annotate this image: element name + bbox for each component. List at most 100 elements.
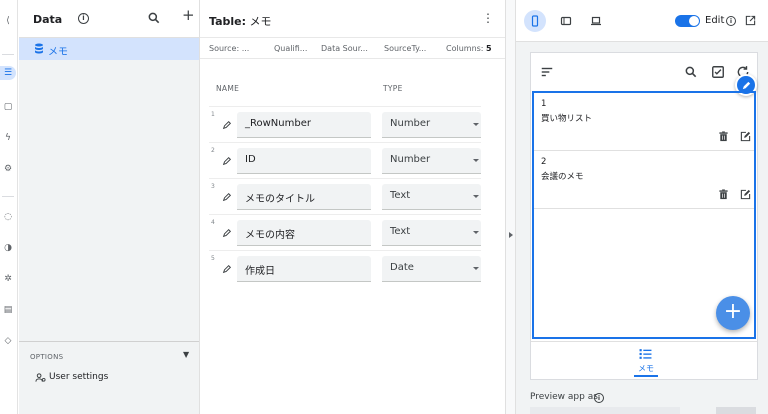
pencil-icon[interactable] <box>222 264 232 274</box>
data-panel-title: Data <box>33 13 63 26</box>
info-icon[interactable]: i <box>594 393 604 403</box>
preview-collapse-handle[interactable] <box>505 0 516 414</box>
info-icon[interactable]: i <box>726 16 736 26</box>
meta-source-type[interactable]: SourceTy... <box>384 44 426 53</box>
manage-nav-icon[interactable]: ▤ <box>1 303 15 317</box>
meta-columns[interactable]: Columns: 5 <box>446 44 492 53</box>
pencil-icon <box>742 81 750 89</box>
preview-apply-button[interactable] <box>716 407 756 414</box>
sort-icon[interactable] <box>540 65 554 79</box>
column-name-field[interactable]: 作成日 <box>237 256 371 282</box>
table-title-name: メモ <box>249 15 272 28</box>
data-panel: Data i + メモ OPTIONS ▼ User settings <box>19 0 199 414</box>
preview-as-label: Preview app as <box>530 392 598 402</box>
database-icon <box>35 43 43 54</box>
column-type-value: Text <box>390 226 411 237</box>
edit-toggle-label: Edit <box>705 15 725 26</box>
pencil-icon[interactable] <box>222 192 232 202</box>
add-record-button[interactable]: + <box>716 296 750 330</box>
column-row: 3 メモのタイトル Text <box>209 178 481 214</box>
column-type-select[interactable]: Number <box>382 148 481 174</box>
meta-source[interactable]: Source: ... <box>209 44 249 53</box>
column-type-value: Number <box>390 154 431 165</box>
column-type-value: Number <box>390 118 431 129</box>
app-top-bar <box>531 53 757 91</box>
chevron-down-icon[interactable]: ▼ <box>183 350 189 359</box>
column-type-select[interactable]: Text <box>382 184 481 210</box>
actions-nav-icon[interactable]: ϟ <box>1 131 15 145</box>
meta-columns-count: 5 <box>486 44 492 53</box>
column-name-field[interactable]: メモのタイトル <box>237 184 371 210</box>
meta-data-source[interactable]: Data Sour... <box>321 44 368 53</box>
dropdown-caret-icon <box>473 123 479 126</box>
security-nav-icon[interactable]: ◑ <box>1 241 15 255</box>
table-list-item[interactable]: メモ <box>19 38 199 60</box>
pencil-icon[interactable] <box>222 228 232 238</box>
column-header-type: TYPE <box>383 84 403 93</box>
list-item[interactable]: 2 会議のメモ <box>534 151 754 209</box>
pencil-icon[interactable] <box>222 120 232 130</box>
column-type-select[interactable]: Date <box>382 256 481 282</box>
edit-icon[interactable] <box>740 189 751 200</box>
column-type-select[interactable]: Text <box>382 220 481 246</box>
column-row-number: 3 <box>211 183 215 190</box>
more-options-icon[interactable]: ⋮ <box>482 12 494 24</box>
table-title-prefix: Table: <box>209 15 247 28</box>
table-meta-bar: Source: ... Qualifi... Data Sour... Sour… <box>200 39 506 59</box>
active-tab-indicator <box>634 375 658 377</box>
column-row: 5 作成日 Date <box>209 250 481 286</box>
desktop-device-button[interactable] <box>585 10 607 32</box>
edit-toggle[interactable] <box>675 15 700 27</box>
preview-toolbar: Edit i <box>516 0 768 42</box>
preview-panel: Edit i 1 買い物リスト 2 会議のメモ + メモ Preview app… <box>516 0 768 414</box>
bottom-nav-tab-label: メモ <box>638 364 654 373</box>
table-editor-header: Table: メモ ⋮ <box>200 0 506 38</box>
search-icon[interactable] <box>684 65 698 79</box>
record-title: 会議のメモ <box>541 172 584 182</box>
meta-qualifier[interactable]: Qualifi... <box>274 44 307 53</box>
rail-divider <box>2 54 14 55</box>
delete-icon[interactable] <box>718 131 729 142</box>
column-row: 1 _RowNumber Number <box>209 106 481 142</box>
options-label: OPTIONS <box>30 353 64 361</box>
add-table-button[interactable]: + <box>182 8 195 23</box>
column-type-select[interactable]: Number <box>382 112 481 138</box>
column-name-field[interactable]: ID <box>237 148 371 174</box>
preview-as-input[interactable] <box>530 407 680 414</box>
rail-divider <box>2 196 14 197</box>
column-row-number: 4 <box>211 219 215 226</box>
automation-nav-icon[interactable]: ⚙ <box>1 162 15 176</box>
column-name-field[interactable]: _RowNumber <box>237 112 371 138</box>
column-row: 2 ID Number <box>209 142 481 178</box>
mobile-device-button[interactable] <box>524 10 546 32</box>
edit-icon[interactable] <box>740 131 751 142</box>
share-icon[interactable]: ⟨ <box>1 14 15 28</box>
publish-nav-icon[interactable]: ◇ <box>1 334 15 348</box>
record-number: 2 <box>541 157 547 167</box>
table-editor-title: Table: メモ <box>209 13 272 29</box>
select-checkbox-icon[interactable] <box>711 65 725 79</box>
column-row-number: 2 <box>211 147 215 154</box>
views-nav-icon[interactable]: ▢ <box>1 100 15 114</box>
column-type-value: Date <box>390 262 414 273</box>
bottom-nav-tab[interactable]: メモ <box>531 341 757 379</box>
record-list: 1 買い物リスト 2 会議のメモ + <box>532 91 756 339</box>
list-item[interactable]: 1 買い物リスト <box>534 93 754 151</box>
intelligence-nav-icon[interactable]: ◌ <box>1 210 15 224</box>
laptop-icon <box>591 16 601 26</box>
tablet-device-button[interactable] <box>555 10 577 32</box>
column-header-name: NAME <box>216 84 240 93</box>
open-in-new-icon[interactable] <box>745 15 756 26</box>
data-nav-icon[interactable]: ☰ <box>0 66 16 80</box>
info-icon[interactable]: i <box>78 13 89 24</box>
search-icon[interactable] <box>147 11 161 25</box>
data-panel-header: Data i + <box>19 0 199 38</box>
pencil-icon[interactable] <box>222 156 232 166</box>
column-name-field[interactable]: メモの内容 <box>237 220 371 246</box>
column-row-number: 5 <box>211 255 215 262</box>
delete-icon[interactable] <box>718 189 729 200</box>
settings-nav-icon[interactable]: ✲ <box>1 272 15 286</box>
user-settings-icon <box>35 373 46 382</box>
chevron-right-icon <box>509 232 513 238</box>
dropdown-caret-icon <box>473 159 479 162</box>
